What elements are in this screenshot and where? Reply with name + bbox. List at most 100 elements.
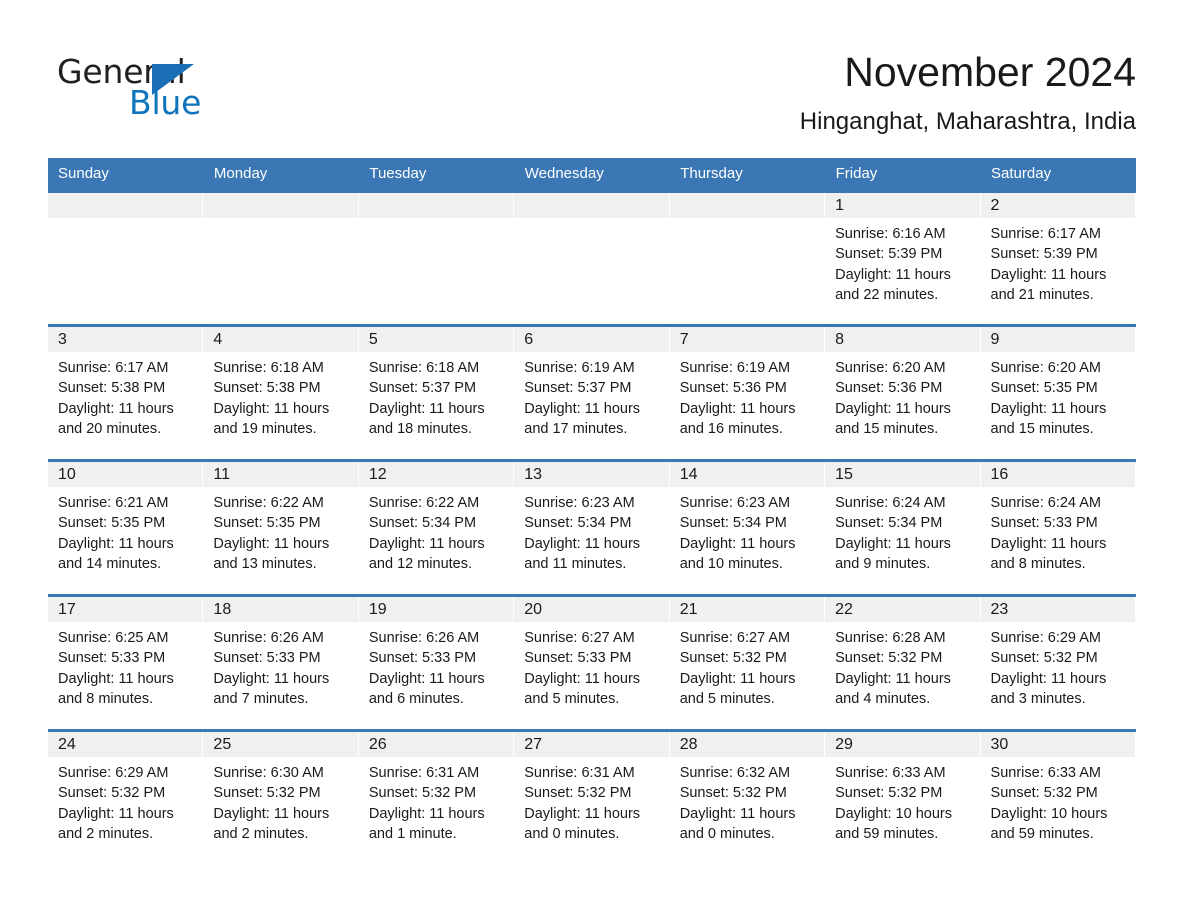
calendar-cell-day[interactable]: 5 Sunrise: 6:18 AM Sunset: 5:37 PM Daylight…	[358, 324, 515, 461]
daylight-text-line1: Daylight: 11 hours	[524, 805, 641, 822]
daylight-text-line1: Daylight: 11 hours	[835, 266, 951, 283]
calendar-cell-day[interactable]: 12 Sunrise: 6:22 AM Sunset: 5:34 PM Dayligh…	[358, 459, 515, 596]
day-number: 30	[980, 732, 1135, 757]
brand-logo[interactable]: General Blue	[57, 52, 277, 124]
cell-inner: 6 Sunrise: 6:19 AM Sunset: 5:37 PM Daylight…	[514, 327, 669, 459]
cell-inner: 15 Sunrise: 6:24 AM Sunset: 5:34 PM Dayligh…	[825, 462, 980, 594]
daylight-text-line2: and 20 minutes.	[58, 421, 162, 438]
calendar-cell-day[interactable]: 7 Sunrise: 6:19 AM Sunset: 5:36 PM Daylight…	[669, 324, 826, 461]
daylight-text-line1: Daylight: 11 hours	[213, 400, 330, 417]
day-number: 12	[358, 462, 514, 487]
sunset-text: Sunset: 5:39 PM	[835, 246, 943, 263]
day-details: Sunrise: 6:17 AM Sunset: 5:39 PM Daylight:…	[981, 218, 1136, 306]
calendar-cell-day[interactable]: 17 Sunrise: 6:25 AM Sunset: 5:33 PM Dayligh…	[48, 594, 204, 731]
daylight-text-line2: and 15 minutes.	[835, 421, 939, 438]
day-details: Sunrise: 6:24 AM Sunset: 5:34 PM Daylight:…	[825, 487, 980, 575]
calendar-cell-day[interactable]: 6 Sunrise: 6:19 AM Sunset: 5:37 PM Daylight…	[514, 324, 670, 461]
sunset-text: Sunset: 5:34 PM	[835, 515, 943, 532]
sunrise-text: Sunrise: 6:31 AM	[524, 765, 635, 781]
calendar-cell-day[interactable]: 8 Sunrise: 6:20 AM Sunset: 5:36 PM Daylight…	[825, 324, 981, 461]
day-number: 28	[669, 732, 825, 757]
daylight-text-line2: and 59 minutes.	[990, 826, 1094, 843]
sunset-text: Sunset: 5:38 PM	[58, 380, 166, 397]
calendar-cell-day[interactable]: 11 Sunrise: 6:22 AM Sunset: 5:35 PM Dayligh…	[203, 459, 359, 596]
calendar-cell-day[interactable]: 9 Sunrise: 6:20 AM Sunset: 5:35 PM Daylight…	[980, 324, 1136, 461]
calendar-cell-day[interactable]: 3 Sunrise: 6:17 AM Sunset: 5:38 PM Daylight…	[48, 324, 204, 461]
cell-inner: 3 Sunrise: 6:17 AM Sunset: 5:38 PM Daylight…	[48, 327, 203, 459]
daylight-text-line2: and 22 minutes.	[835, 287, 939, 304]
sunrise-text: Sunrise: 6:33 AM	[990, 765, 1101, 781]
daylight-text-line1: Daylight: 11 hours	[524, 670, 641, 687]
day-details: Sunrise: 6:18 AM Sunset: 5:37 PM Daylight:…	[359, 352, 514, 440]
daylight-text-line1: Daylight: 10 hours	[835, 805, 952, 822]
day-number: 17	[48, 597, 203, 622]
sunset-text: Sunset: 5:35 PM	[213, 515, 321, 532]
daylight-text-line1: Daylight: 11 hours	[990, 266, 1107, 283]
day-details: Sunrise: 6:21 AM Sunset: 5:35 PM Daylight:…	[48, 487, 203, 575]
sunrise-text: Sunrise: 6:29 AM	[58, 765, 169, 781]
sunrise-text: Sunrise: 6:23 AM	[679, 495, 791, 511]
cell-inner: 12 Sunrise: 6:22 AM Sunset: 5:34 PM Dayligh…	[358, 462, 514, 594]
cell-inner: 17 Sunrise: 6:25 AM Sunset: 5:33 PM Dayligh…	[48, 597, 203, 729]
sunset-text: Sunset: 5:32 PM	[835, 650, 943, 667]
sunset-text: Sunset: 5:32 PM	[58, 785, 166, 802]
calendar-cell-day[interactable]: 25 Sunrise: 6:30 AM Sunset: 5:32 PM Dayligh…	[203, 729, 359, 864]
calendar-cell-day[interactable]: 16 Sunrise: 6:24 AM Sunset: 5:33 PM Dayligh…	[980, 459, 1136, 596]
calendar-cell-day[interactable]: 10 Sunrise: 6:21 AM Sunset: 5:35 PM Dayligh…	[48, 459, 204, 596]
daylight-text-line2: and 6 minutes.	[368, 691, 464, 708]
calendar-cell-day[interactable]: 2 Sunrise: 6:17 AM Sunset: 5:39 PM Daylight…	[980, 190, 1136, 326]
sunset-text: Sunset: 5:34 PM	[524, 515, 632, 532]
calendar-cell-empty	[669, 190, 826, 326]
calendar-cell-empty	[514, 190, 670, 326]
sunrise-text: Sunrise: 6:22 AM	[213, 495, 324, 511]
calendar-cell-day[interactable]: 15 Sunrise: 6:24 AM Sunset: 5:34 PM Dayligh…	[825, 459, 981, 596]
calendar-cell-day[interactable]: 30 Sunrise: 6:33 AM Sunset: 5:32 PM Dayligh…	[980, 729, 1136, 864]
daylight-text-line2: and 8 minutes.	[58, 691, 154, 708]
day-number: 29	[825, 732, 980, 757]
sunrise-text: Sunrise: 6:20 AM	[835, 360, 946, 376]
cell-inner: 13 Sunrise: 6:23 AM Sunset: 5:34 PM Dayligh…	[514, 462, 669, 594]
cell-inner: 10 Sunrise: 6:21 AM Sunset: 5:35 PM Dayligh…	[48, 462, 203, 594]
daylight-text-line2: and 7 minutes.	[213, 691, 309, 708]
daylight-text-line2: and 4 minutes.	[835, 691, 931, 708]
calendar-cell-day[interactable]: 29 Sunrise: 6:33 AM Sunset: 5:32 PM Dayligh…	[825, 729, 981, 864]
sunrise-text: Sunrise: 6:19 AM	[524, 360, 635, 376]
day-number	[358, 193, 514, 218]
day-details: Sunrise: 6:23 AM Sunset: 5:34 PM Daylight:…	[670, 487, 825, 575]
calendar-cell-day[interactable]: 27 Sunrise: 6:31 AM Sunset: 5:32 PM Dayligh…	[514, 729, 670, 864]
calendar-cell-day[interactable]: 21 Sunrise: 6:27 AM Sunset: 5:32 PM Dayligh…	[669, 594, 826, 731]
calendar-cell-day[interactable]: 13 Sunrise: 6:23 AM Sunset: 5:34 PM Dayligh…	[514, 459, 670, 596]
day-number: 4	[203, 327, 358, 352]
cell-inner: 30 Sunrise: 6:33 AM Sunset: 5:32 PM Dayligh…	[980, 732, 1136, 864]
calendar-cell-day[interactable]: 28 Sunrise: 6:32 AM Sunset: 5:32 PM Dayligh…	[669, 729, 826, 864]
calendar-cell-day[interactable]: 20 Sunrise: 6:27 AM Sunset: 5:33 PM Dayligh…	[514, 594, 670, 731]
calendar-cell-day[interactable]: 1 Sunrise: 6:16 AM Sunset: 5:39 PM Daylight…	[825, 190, 981, 326]
calendar-body: 1 Sunrise: 6:16 AM Sunset: 5:39 PM Daylight…	[48, 190, 1136, 864]
calendar-cell-day[interactable]: 23 Sunrise: 6:29 AM Sunset: 5:32 PM Dayligh…	[980, 594, 1136, 731]
calendar-cell-day[interactable]: 18 Sunrise: 6:26 AM Sunset: 5:33 PM Dayligh…	[203, 594, 359, 731]
calendar-cell-day[interactable]: 4 Sunrise: 6:18 AM Sunset: 5:38 PM Daylight…	[203, 324, 359, 461]
calendar-cell-day[interactable]: 19 Sunrise: 6:26 AM Sunset: 5:33 PM Dayligh…	[358, 594, 515, 731]
calendar-cell-day[interactable]: 22 Sunrise: 6:28 AM Sunset: 5:32 PM Dayligh…	[825, 594, 981, 731]
weekday-header-sunday: Sunday	[48, 158, 204, 192]
daylight-text-line1: Daylight: 11 hours	[58, 400, 174, 417]
calendar-week-row: 24 Sunrise: 6:29 AM Sunset: 5:32 PM Dayligh…	[48, 729, 1136, 864]
calendar-cell-day[interactable]: 26 Sunrise: 6:31 AM Sunset: 5:32 PM Dayligh…	[358, 729, 515, 864]
calendar-cell-day[interactable]: 24 Sunrise: 6:29 AM Sunset: 5:32 PM Dayligh…	[48, 729, 204, 864]
day-details: Sunrise: 6:30 AM Sunset: 5:32 PM Daylight:…	[203, 757, 358, 845]
sunset-text: Sunset: 5:37 PM	[524, 380, 632, 397]
daylight-text-line2: and 2 minutes.	[213, 826, 309, 843]
daylight-text-line2: and 12 minutes.	[368, 556, 473, 573]
cell-inner: 4 Sunrise: 6:18 AM Sunset: 5:38 PM Daylight…	[203, 327, 358, 459]
sunset-text: Sunset: 5:32 PM	[990, 785, 1098, 802]
day-details: Sunrise: 6:29 AM Sunset: 5:32 PM Daylight:…	[48, 757, 203, 845]
day-details: Sunrise: 6:26 AM Sunset: 5:33 PM Daylight:…	[359, 622, 514, 710]
calendar-cell-day[interactable]: 14 Sunrise: 6:23 AM Sunset: 5:34 PM Dayligh…	[669, 459, 826, 596]
sunrise-text: Sunrise: 6:27 AM	[524, 630, 635, 646]
day-number: 24	[48, 732, 203, 757]
sunrise-text: Sunrise: 6:23 AM	[524, 495, 635, 511]
cell-inner: 11 Sunrise: 6:22 AM Sunset: 5:35 PM Dayligh…	[203, 462, 358, 594]
day-number: 15	[825, 462, 980, 487]
cell-inner: 7 Sunrise: 6:19 AM Sunset: 5:36 PM Daylight…	[669, 327, 825, 459]
cell-inner: 14 Sunrise: 6:23 AM Sunset: 5:34 PM Dayligh…	[669, 462, 825, 594]
